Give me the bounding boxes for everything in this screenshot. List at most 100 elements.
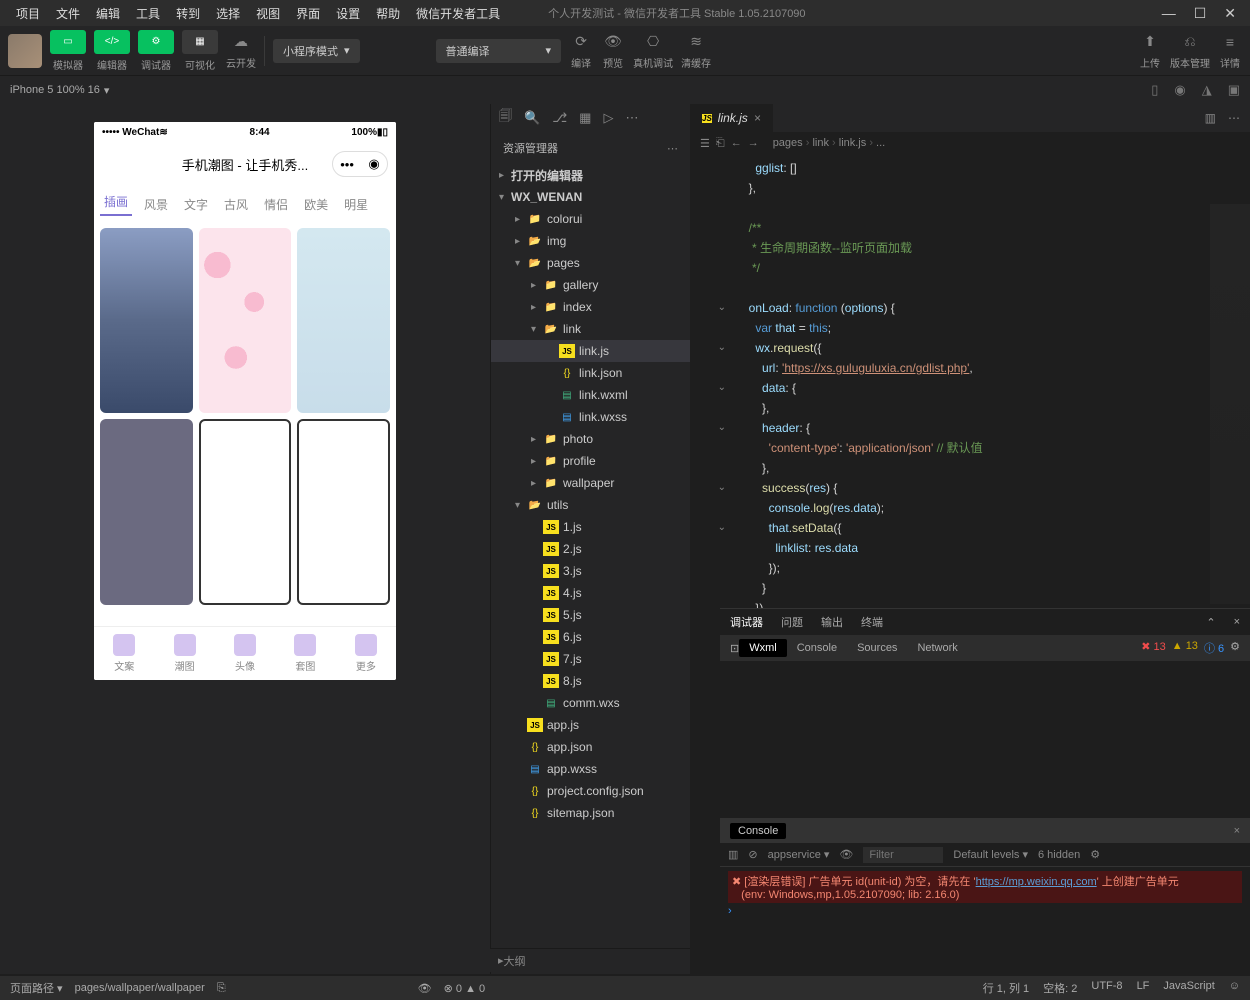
tree-item[interactable]: ▤link.wxss: [491, 406, 690, 428]
context-selector[interactable]: appservice ▾: [768, 848, 830, 861]
tree-item[interactable]: JS2.js: [491, 538, 690, 560]
tree-item[interactable]: ▾📂pages: [491, 252, 690, 274]
sim-tab[interactable]: 古风: [220, 196, 252, 213]
tree-item[interactable]: {}app.json: [491, 736, 690, 758]
menu-项目[interactable]: 项目: [8, 7, 48, 21]
encoding[interactable]: UTF-8: [1091, 980, 1122, 996]
menu-dots-icon[interactable]: •••: [340, 157, 354, 172]
sim-nav-item[interactable]: 头像: [215, 627, 275, 680]
menu-转到[interactable]: 转到: [168, 7, 208, 21]
warn-count[interactable]: ▲ 13: [1172, 640, 1198, 656]
status-eye-icon[interactable]: 👁: [418, 982, 432, 995]
tree-item[interactable]: JSlink.js: [491, 340, 690, 362]
wallpaper-item[interactable]: [199, 228, 292, 413]
menu-文件[interactable]: 文件: [48, 7, 88, 21]
sim-tab[interactable]: 欧美: [300, 196, 332, 213]
sim-capsule[interactable]: ••• ◉: [332, 151, 388, 177]
tree-section-project[interactable]: ▾WX_WENAN: [491, 186, 690, 208]
error-count[interactable]: ✖ 13: [1141, 640, 1166, 656]
tree-item[interactable]: {}sitemap.json: [491, 802, 690, 824]
tree-item[interactable]: JS6.js: [491, 626, 690, 648]
tree-item[interactable]: ▾📂utils: [491, 494, 690, 516]
tree-item[interactable]: JSapp.js: [491, 714, 690, 736]
tree-item[interactable]: {}link.json: [491, 362, 690, 384]
tree-item[interactable]: ▾📂link: [491, 318, 690, 340]
back-icon[interactable]: ←: [731, 137, 742, 149]
close-icon[interactable]: ✕: [1224, 5, 1236, 22]
target-icon[interactable]: ◉: [368, 156, 379, 172]
tree-item[interactable]: ▸📁photo: [491, 428, 690, 450]
simulator-button[interactable]: ▭: [50, 30, 86, 54]
eol-info[interactable]: LF: [1137, 980, 1150, 996]
sim-tab[interactable]: 文字: [180, 196, 212, 213]
sim-tab[interactable]: 风景: [140, 196, 172, 213]
indent-info[interactable]: 空格: 2: [1043, 980, 1077, 996]
menu-视图[interactable]: 视图: [248, 7, 288, 21]
clear-cache-icon[interactable]: ≋: [684, 32, 708, 52]
run-icon[interactable]: ▷: [603, 110, 613, 126]
devtools-tab[interactable]: Sources: [847, 642, 907, 654]
status-errors[interactable]: ⊗ 0 ▲ 0: [444, 982, 486, 995]
info-count[interactable]: ⓘ 6: [1204, 640, 1224, 656]
outline-section[interactable]: ▸ 大纲: [490, 948, 690, 972]
minimize-icon[interactable]: —: [1162, 5, 1176, 22]
cloud-icon[interactable]: ☁: [229, 32, 253, 52]
user-avatar[interactable]: [8, 34, 42, 68]
devtools-tab[interactable]: Wxml: [739, 639, 787, 657]
share-icon[interactable]: ◮: [1202, 82, 1212, 98]
wallpaper-item[interactable]: [100, 419, 193, 604]
devtools-tab[interactable]: Network: [907, 642, 967, 654]
tree-item[interactable]: JS4.js: [491, 582, 690, 604]
phone-icon[interactable]: ▯: [1151, 82, 1158, 98]
tree-item[interactable]: ▤link.wxml: [491, 384, 690, 406]
editor-tab[interactable]: JS link.js ×: [690, 104, 773, 132]
bookmark-icon[interactable]: ⎗: [716, 137, 725, 150]
extensions-icon[interactable]: ▦: [579, 110, 591, 126]
wallpaper-item[interactable]: [199, 419, 292, 604]
wallpaper-item[interactable]: [100, 228, 193, 413]
explorer-more-icon[interactable]: ⋯: [667, 142, 678, 155]
forward-icon[interactable]: →: [748, 137, 759, 149]
tree-item[interactable]: ▸📁colorui: [491, 208, 690, 230]
page-path-label[interactable]: 页面路径 ▾: [10, 980, 63, 996]
tree-section-opened[interactable]: ▸打开的编辑器: [491, 164, 690, 186]
sim-tab[interactable]: 明星: [340, 196, 372, 213]
git-icon[interactable]: ⎇: [552, 110, 567, 126]
tree-item[interactable]: JS8.js: [491, 670, 690, 692]
editor-more-icon[interactable]: ⋯: [1228, 111, 1240, 125]
visualize-button[interactable]: ▦: [182, 30, 218, 54]
inspect-icon[interactable]: ⊡: [730, 642, 739, 655]
sim-tab[interactable]: 情侣: [260, 196, 292, 213]
debugger-tab[interactable]: 调试器: [730, 614, 763, 630]
split-editor-icon[interactable]: ▥: [1205, 111, 1216, 125]
hidden-count[interactable]: 6 hidden: [1038, 849, 1080, 861]
close-tab-icon[interactable]: ×: [754, 111, 761, 125]
menu-工具[interactable]: 工具: [128, 7, 168, 21]
sim-nav-item[interactable]: 文案: [94, 627, 154, 680]
minimap[interactable]: [1210, 204, 1250, 604]
feedback-icon[interactable]: ☺: [1229, 980, 1240, 996]
debugger-tab[interactable]: 终端: [861, 614, 883, 630]
tree-item[interactable]: ▤comm.wxs: [491, 692, 690, 714]
sidebar-toggle-icon[interactable]: ▥: [728, 848, 738, 861]
device-label[interactable]: iPhone 5 100% 16: [10, 84, 100, 96]
debugger-button[interactable]: ⚙: [138, 30, 174, 54]
detail-icon[interactable]: ≡: [1218, 32, 1242, 52]
copy-icon[interactable]: ⎘: [217, 982, 226, 995]
tree-item[interactable]: JS1.js: [491, 516, 690, 538]
search-icon[interactable]: 🔍: [524, 110, 540, 126]
maximize-icon[interactable]: ☐: [1194, 5, 1207, 22]
upload-icon[interactable]: ⬆: [1138, 32, 1162, 52]
eye-icon[interactable]: 👁: [839, 848, 853, 861]
mode-select[interactable]: 小程序模式 ▾: [273, 39, 360, 63]
record-icon[interactable]: ◉: [1174, 82, 1185, 98]
menu-界面[interactable]: 界面: [288, 7, 328, 21]
menu-微信开发者工具[interactable]: 微信开发者工具: [408, 7, 508, 21]
console-filter-input[interactable]: [863, 847, 943, 863]
console-prompt[interactable]: ›: [728, 905, 1242, 917]
files-icon[interactable]: 🗐: [499, 107, 512, 129]
tree-item[interactable]: JS7.js: [491, 648, 690, 670]
sim-nav-item[interactable]: 潮图: [154, 627, 214, 680]
more-icon[interactable]: ⋯: [625, 110, 638, 126]
close-panel-icon[interactable]: ×: [1234, 616, 1240, 628]
